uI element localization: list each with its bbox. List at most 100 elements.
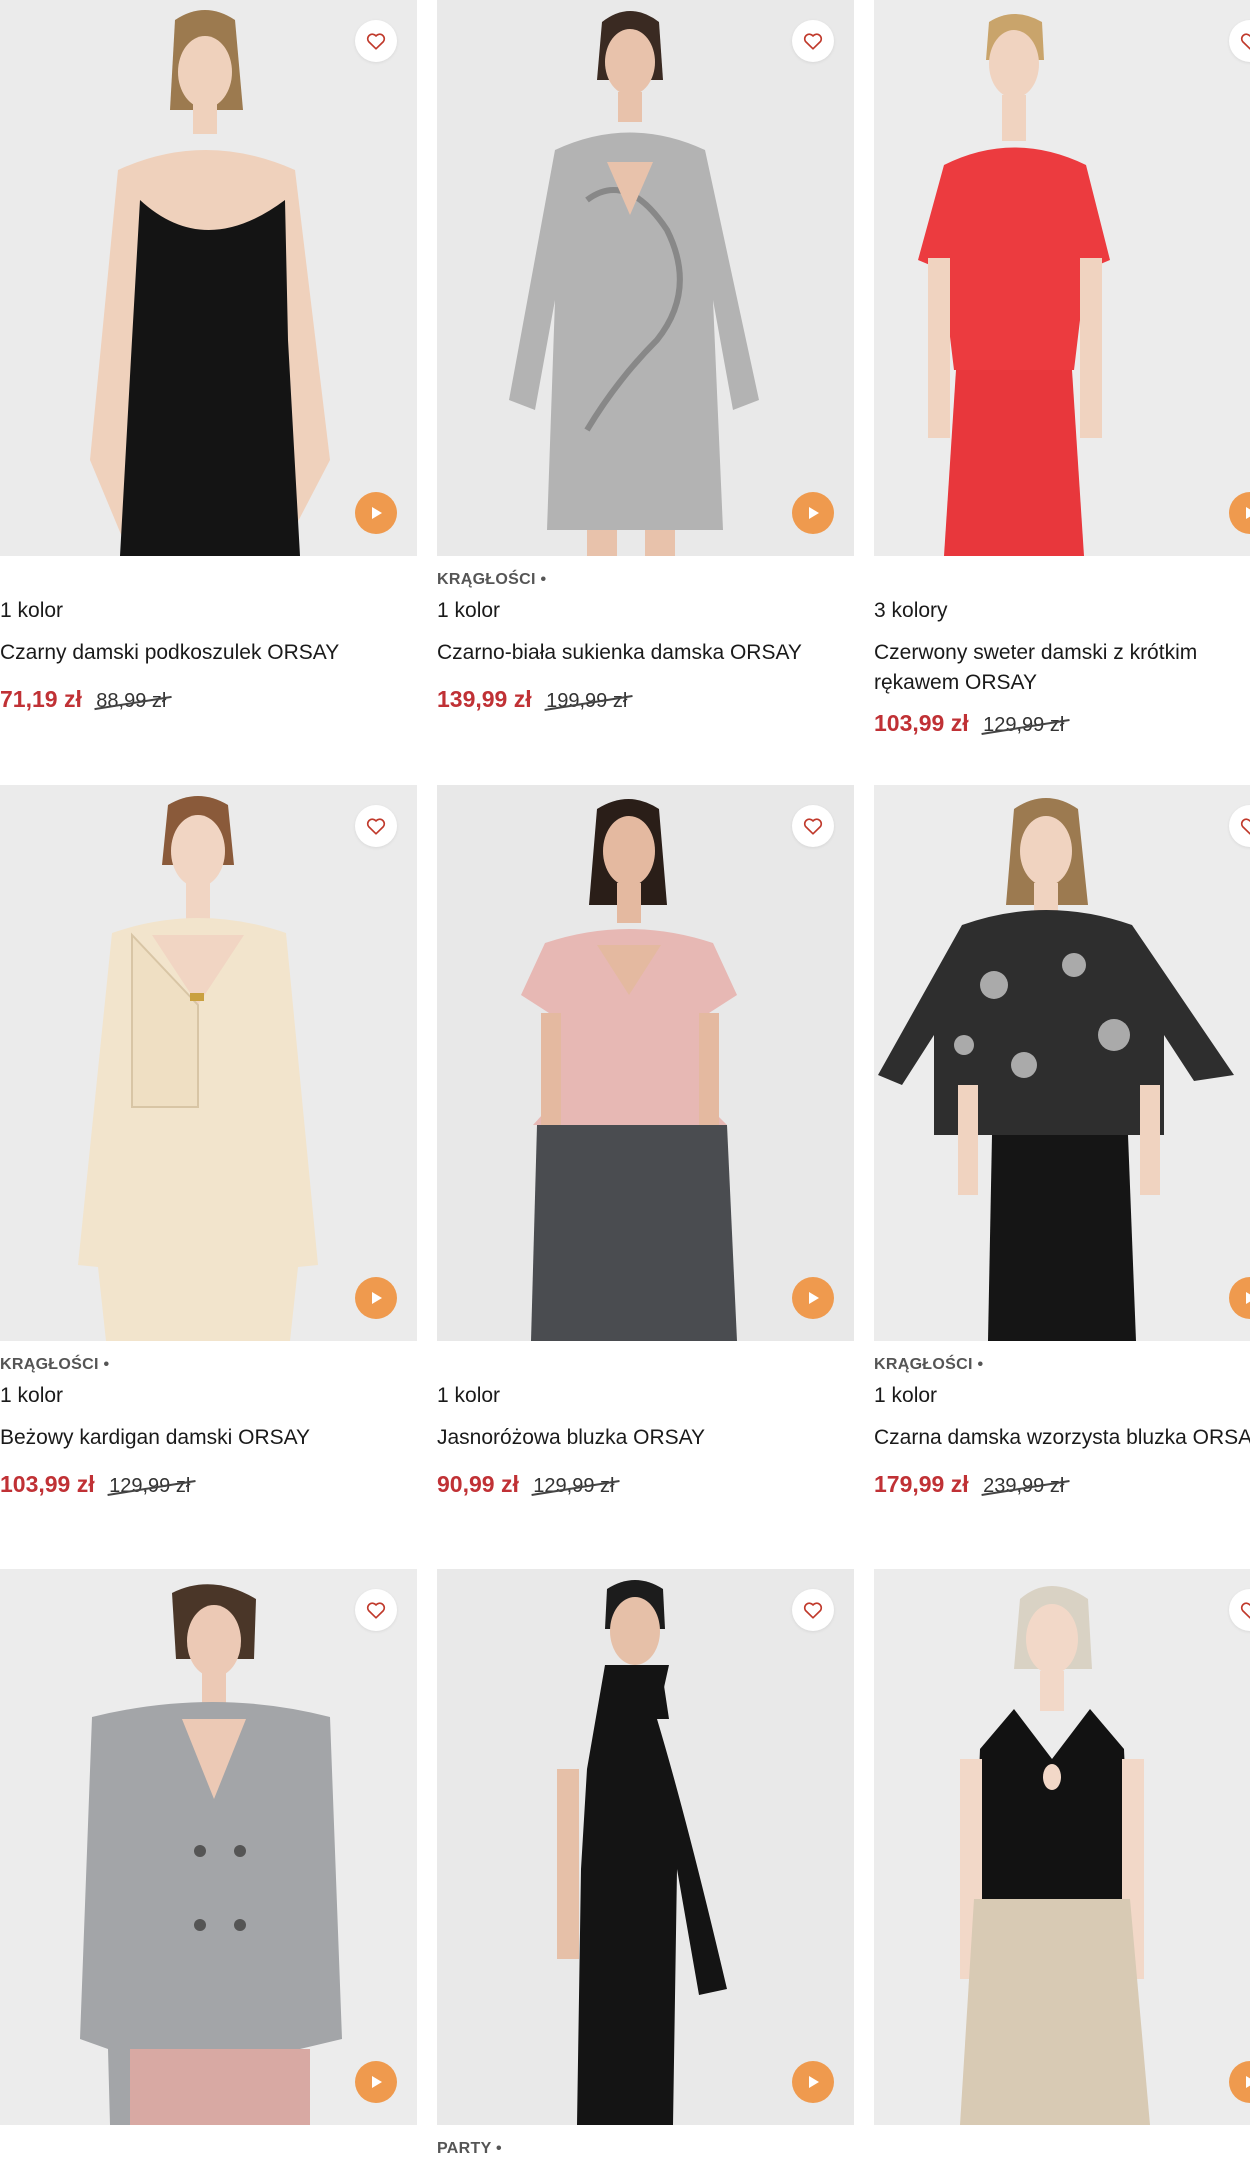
product-tag[interactable]	[0, 568, 417, 592]
product-image[interactable]	[874, 1569, 1250, 2125]
heart-outline-icon	[803, 33, 823, 50]
heart-outline-icon	[366, 818, 386, 835]
sale-price: 90,99 zł	[437, 1471, 519, 1497]
product-tag[interactable]	[0, 2137, 417, 2161]
favorite-button[interactable]	[792, 805, 834, 847]
model-photo	[437, 1569, 854, 2125]
play-video-button[interactable]	[792, 1277, 834, 1319]
play-icon	[1246, 1292, 1250, 1304]
product-card[interactable]: KRĄGŁOŚCI • 1 kolor Czarna damska wzorzy…	[874, 785, 1250, 1501]
color-count[interactable]: 1 kolor	[0, 1383, 417, 1409]
product-image[interactable]	[874, 785, 1250, 1341]
heart-outline-icon	[1240, 33, 1250, 50]
model-photo	[0, 785, 417, 1341]
favorite-button[interactable]	[792, 20, 834, 62]
model-photo	[874, 0, 1250, 556]
product-image[interactable]	[0, 1569, 417, 2125]
product-card[interactable]: 1 kolor Jasnoróżowa bluzka ORSAY 90,99 z…	[437, 785, 854, 1501]
model-photo	[437, 0, 854, 556]
product-card[interactable]: 1 kolor Czarny damski podkoszulek ORSAY …	[0, 0, 417, 716]
sale-price: 71,19 zł	[0, 686, 82, 712]
sale-price: 103,99 zł	[874, 710, 969, 736]
play-icon	[809, 507, 819, 519]
heart-outline-icon	[366, 33, 386, 50]
original-price: 129,99 zł	[533, 1475, 615, 1497]
product-info: 3 kolory Czerwony sweter damski z krótki…	[874, 556, 1250, 740]
color-count[interactable]: 1 kolor	[437, 1383, 854, 1409]
color-count[interactable]: 1 kolor	[0, 598, 417, 624]
product-image[interactable]	[437, 1569, 854, 2125]
product-info: KRĄGŁOŚCI • 1 kolor Beżowy kardigan dams…	[0, 1341, 417, 1501]
product-tag[interactable]: KRĄGŁOŚCI •	[874, 1353, 1250, 1377]
sale-price: 179,99 zł	[874, 1471, 969, 1497]
product-card[interactable]	[0, 1569, 417, 2161]
original-price: 129,99 zł	[109, 1475, 191, 1497]
original-price: 239,99 zł	[983, 1475, 1065, 1497]
heart-outline-icon	[1240, 818, 1250, 835]
price-block: 71,19 zł 88,99 zł	[0, 686, 417, 716]
model-photo	[874, 785, 1250, 1341]
original-price: 88,99 zł	[96, 690, 167, 712]
play-icon	[809, 2076, 819, 2088]
play-video-button[interactable]	[792, 2061, 834, 2103]
product-name[interactable]: Czerwony sweter damski z krótkim rękawem…	[874, 638, 1250, 698]
price-block: 139,99 zł 199,99 zł	[437, 686, 854, 716]
play-icon	[1246, 2076, 1250, 2088]
model-photo	[0, 0, 417, 556]
sale-price: 139,99 zł	[437, 686, 532, 712]
product-tag[interactable]	[437, 1353, 854, 1377]
price-block: 90,99 zł 129,99 zł	[437, 1471, 854, 1501]
product-card[interactable]: KRĄGŁOŚCI • 1 kolor Beżowy kardigan dams…	[0, 785, 417, 1501]
play-video-button[interactable]	[355, 492, 397, 534]
play-video-button[interactable]	[792, 492, 834, 534]
play-icon	[1246, 507, 1250, 519]
product-info: KRĄGŁOŚCI • 1 kolor Czarna damska wzorzy…	[874, 1341, 1250, 1501]
product-tag[interactable]	[874, 568, 1250, 592]
product-info	[0, 2125, 417, 2161]
product-name[interactable]: Czarna damska wzorzysta bluzka ORSAY	[874, 1423, 1250, 1453]
play-video-button[interactable]	[355, 2061, 397, 2103]
favorite-button[interactable]	[355, 1589, 397, 1631]
heart-outline-icon	[803, 1602, 823, 1619]
product-name[interactable]: Czarny damski podkoszulek ORSAY	[0, 638, 417, 668]
model-photo	[874, 1569, 1250, 2125]
play-icon	[372, 1292, 382, 1304]
product-card[interactable]	[874, 1569, 1250, 2161]
favorite-button[interactable]	[355, 20, 397, 62]
play-video-button[interactable]	[355, 1277, 397, 1319]
product-image[interactable]	[0, 0, 417, 556]
original-price: 199,99 zł	[546, 690, 628, 712]
heart-outline-icon	[1240, 1602, 1250, 1619]
sale-price: 103,99 zł	[0, 1471, 95, 1497]
color-count[interactable]: 3 kolory	[874, 598, 1250, 624]
product-card[interactable]: KRĄGŁOŚCI • 1 kolor Czarno-biała sukienk…	[437, 0, 854, 716]
price-block: 103,99 zł 129,99 zł	[874, 710, 1250, 740]
play-icon	[809, 1292, 819, 1304]
product-tag[interactable]	[874, 2137, 1250, 2161]
color-count[interactable]: 1 kolor	[437, 598, 854, 624]
product-tag[interactable]: PARTY •	[437, 2137, 854, 2161]
product-tag[interactable]: KRĄGŁOŚCI •	[0, 1353, 417, 1377]
product-tag[interactable]: KRĄGŁOŚCI •	[437, 568, 854, 592]
favorite-button[interactable]	[792, 1589, 834, 1631]
product-info	[874, 2125, 1250, 2161]
heart-outline-icon	[366, 1602, 386, 1619]
favorite-button[interactable]	[355, 805, 397, 847]
product-name[interactable]: Czarno-biała sukienka damska ORSAY	[437, 638, 854, 668]
model-photo	[437, 785, 854, 1341]
product-image[interactable]	[437, 785, 854, 1341]
model-photo	[0, 1569, 417, 2125]
product-image[interactable]	[874, 0, 1250, 556]
original-price: 129,99 zł	[983, 714, 1065, 736]
color-count[interactable]: 1 kolor	[874, 1383, 1250, 1409]
product-image[interactable]	[0, 785, 417, 1341]
play-icon	[372, 507, 382, 519]
product-card[interactable]: 3 kolory Czerwony sweter damski z krótki…	[874, 0, 1250, 740]
heart-outline-icon	[803, 818, 823, 835]
product-name[interactable]: Jasnoróżowa bluzka ORSAY	[437, 1423, 854, 1453]
price-block: 103,99 zł 129,99 zł	[0, 1471, 417, 1501]
product-name[interactable]: Beżowy kardigan damski ORSAY	[0, 1423, 417, 1453]
product-card[interactable]: PARTY •	[437, 1569, 854, 2161]
product-image[interactable]	[437, 0, 854, 556]
price-block: 179,99 zł 239,99 zł	[874, 1471, 1250, 1501]
